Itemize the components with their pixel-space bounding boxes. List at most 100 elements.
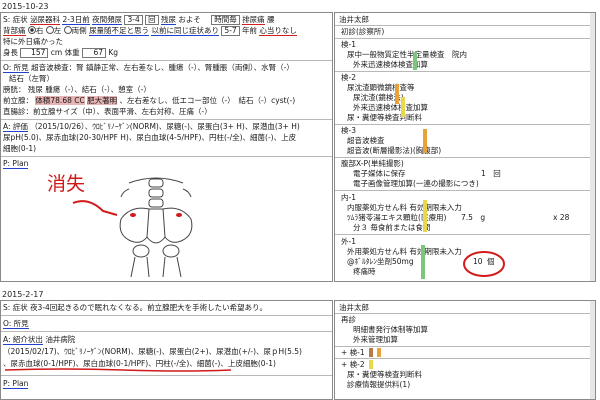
order-bar (369, 360, 373, 369)
prostate-hypertrophy[interactable]: 肥大著明 (87, 96, 118, 105)
order-group-title[interactable]: 検-3 (341, 126, 595, 135)
divider (335, 157, 595, 158)
soap-a-label[interactable]: A: 評価 (3, 122, 28, 132)
chip-days-ago[interactable]: 2-3日前 (62, 15, 90, 25)
height-label: 身長 (3, 48, 18, 57)
order-item[interactable]: 尿・糞便等検査判断料 (347, 370, 595, 379)
order-bar (423, 129, 427, 153)
pelvis-diagram-icon (119, 177, 193, 278)
order-item[interactable]: 電子画像管理加算(一連の撮影につき) (353, 179, 595, 188)
chip-back-pain[interactable]: 背部痛 (3, 26, 26, 36)
divider (1, 375, 332, 376)
order-section-revisit[interactable]: 再診 (341, 315, 595, 324)
divider (1, 315, 332, 316)
soap-o-line3: 膀胱： 残尿 腫瘍（-）、結石（-）、憩室（-） (3, 85, 151, 94)
height-unit: cm (50, 48, 63, 57)
soap-s-row: S: 症状 泌尿器科 2-3日前 夜間頻尿 3-4 回 残尿 およそ 時間毎 排… (3, 15, 275, 25)
weight-unit: Kg (108, 48, 119, 57)
interval-field[interactable]: 時間毎 (211, 15, 240, 25)
divider (1, 331, 332, 332)
order-item[interactable]: 尿沈渣(鏡検法) (353, 93, 595, 102)
radio-both[interactable] (63, 26, 72, 34)
soap-o-line4: 前立腺： 体積78.68 CC 肥大著明 、左右差なし、低エコー部位（-） 結石… (3, 96, 295, 105)
divider (1, 60, 332, 61)
chip-urology[interactable]: 泌尿器科 (30, 15, 61, 25)
orders-panel[interactable]: 油井太郎 初診(診察所) 検-1 尿中一般物質定性半定量検査 院内 外来迅速検体… (334, 12, 596, 282)
order-item[interactable]: 外来管理加算 (353, 335, 595, 344)
record-date: 2015-2-17 (2, 290, 44, 299)
divider (335, 124, 595, 125)
weight-label: 体重 (64, 48, 80, 57)
order-bar (369, 348, 373, 357)
order-item[interactable]: 診療情報提供料(1) (347, 380, 595, 389)
chip-previous[interactable]: 以前に同じ症状あり (151, 26, 219, 36)
prostate-volume[interactable]: 体積78.68 CC (35, 96, 85, 105)
order-item[interactable]: 内服薬処方せん料 有効期限未入力 (347, 203, 595, 212)
weight-field[interactable]: 67 (82, 48, 106, 58)
divider (335, 190, 595, 191)
soap-p-label[interactable]: P: Plan (3, 379, 29, 389)
scrollbar[interactable] (590, 301, 595, 399)
order-item[interactable]: 外来迅速検体検査加算 (353, 60, 595, 69)
count-field[interactable]: 3-4 (124, 15, 143, 25)
divider (335, 25, 595, 26)
order-group-title[interactable]: + 検-2 (341, 360, 595, 369)
soap-o-line2: 結石（左腎） (9, 74, 54, 83)
order-bar (421, 245, 425, 279)
soap-s-note: 特に外日痛かった (3, 37, 63, 46)
orders-panel[interactable]: 油井太郎 再診 明細書発行体制等加算 外来管理加算 + 検-1 + 検-2 尿・… (334, 300, 596, 400)
chip-dysuria[interactable]: 排尿痛 (242, 15, 265, 25)
chip-nocturia[interactable]: 夜間頻尿 (92, 15, 123, 25)
order-item[interactable]: 尿・糞便等検査判断料 (347, 113, 595, 122)
order-group-title[interactable]: 検-1 (341, 40, 595, 49)
order-group-title[interactable]: 腹部X-P(単純撮影) (341, 159, 595, 168)
order-item[interactable]: 尿沈渣顕微鏡検査等 (347, 83, 595, 92)
soap-s-text: 夜3-4回起きるので眠れなくなる。前立腺肥大を手術したい希望あり。 (30, 303, 268, 312)
chip-urine-volume[interactable]: 尿量随不足と思う (89, 26, 150, 36)
radio-right[interactable] (27, 26, 36, 34)
chip-residual[interactable]: 残尿 (161, 15, 177, 25)
scrollbar[interactable] (590, 13, 595, 281)
patient-name: 油井太郎 (339, 303, 369, 312)
soap-o-label[interactable]: O: 所見 (3, 319, 29, 329)
order-days: x 28 (553, 213, 570, 222)
order-item[interactable]: 尿中一般物質定性半定量検査 院内 (347, 50, 595, 59)
years-field[interactable]: 5-7 (221, 26, 240, 36)
soap-a-label[interactable]: A: 紹介状出 (3, 335, 43, 345)
soap-o-line5: 直腸診：前立腺サイズ（中）、表面平滑、左右対称、圧痛（-） (3, 107, 212, 116)
order-item[interactable]: 超音波検査 (347, 136, 595, 145)
soap-s-label: S: 症状 (3, 15, 28, 24)
order-group-title-label: 検-1 (349, 348, 365, 357)
height-field[interactable]: 157 (20, 48, 49, 58)
order-item[interactable]: 明細書発行体制等加算 (353, 325, 595, 334)
soap-panel[interactable]: S: 症状 夜3-4回起きるので眠れなくなる。前立腺肥大を手術したい希望あり。 … (0, 300, 333, 400)
order-section-initial[interactable]: 初診(診察所) (341, 27, 595, 36)
vitals-row: 身長 157 cm 体重 67 Kg (3, 48, 118, 58)
order-group-title[interactable]: 検-2 (341, 73, 595, 82)
order-item[interactable]: 超音波(断層撮影法)(胸腹部) (347, 146, 595, 155)
soap-p-row: P: Plan (3, 379, 29, 389)
order-bar (413, 52, 417, 70)
expand-icon[interactable]: + (341, 360, 350, 369)
order-group-title[interactable]: 内-1 (341, 193, 595, 202)
divider (335, 38, 595, 39)
unit-field[interactable]: 回 (145, 15, 159, 25)
radio-left[interactable] (45, 26, 54, 34)
soap-p-row: P: Plan (3, 159, 29, 169)
soap-s-row2: 背部痛 右 左 両側 尿量随不足と思う 以前に同じ症状あり 5-7 年前 心当り… (3, 26, 297, 36)
expand-icon[interactable]: + (341, 348, 350, 357)
divider (335, 358, 595, 359)
soap-o-label[interactable]: O: 所見 (3, 63, 29, 73)
chip-no-idea[interactable]: 心当りなし (259, 26, 297, 36)
soap-panel[interactable]: S: 症状 泌尿器科 2-3日前 夜間頻尿 3-4 回 残尿 およそ 時間毎 排… (0, 12, 333, 282)
divider (335, 234, 595, 235)
order-item[interactable]: 外来迅速検体検査加算 (353, 103, 595, 112)
soap-s-row: S: 症状 夜3-4回起きるので眠れなくなる。前立腺肥大を手術したい希望あり。 (3, 303, 267, 312)
soap-p-label[interactable]: P: Plan (3, 159, 29, 169)
chip-years-ago: 年前 (241, 26, 257, 35)
soap-o-line1: O: 所見 超音波検査：腎 鎮静正常、左右差なし、腫瘍（-）、腎腫脹（両側）、水… (3, 63, 294, 73)
chip-back[interactable]: 腰 (267, 15, 275, 24)
order-group-title[interactable]: 外-1 (341, 237, 595, 246)
order-quantity: 1 回 (481, 169, 501, 178)
order-item[interactable]: 分３ 毎食前または食間 (353, 223, 595, 232)
